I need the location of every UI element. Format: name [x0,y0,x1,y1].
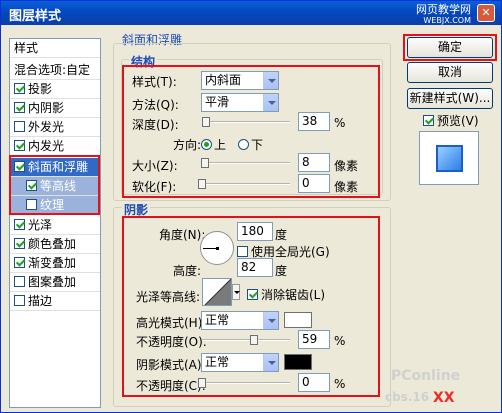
style-list-item[interactable]: 内阴影 [10,99,100,118]
checkbox-checked-icon [423,115,434,126]
style-list-item-label: 图案叠加 [28,275,77,289]
style-list-item-label: 描边 [28,294,53,308]
footer-tag: XX [433,390,455,406]
style-preview [419,131,479,185]
preview-swatch [436,145,463,172]
style-list-item-label: 渐变叠加 [28,256,77,270]
checkbox-icon[interactable] [14,276,25,287]
style-list-item-label: 内阴影 [28,101,65,115]
style-list-item-label: 光泽 [28,218,53,232]
title-bar: 图层样式 网页教学网 WEBJX.COM ✕ [1,1,501,25]
new-style-button[interactable]: 新建样式(W)... [407,88,493,109]
checkbox-icon[interactable] [14,295,25,306]
checkbox-checked-icon[interactable] [14,102,25,113]
highlight-box-structure [122,65,380,198]
watermark: 网页教学网 WEBJX.COM [416,4,471,26]
style-list-item-label: 内发光 [28,139,65,153]
style-list-item[interactable]: 外发光 [10,118,100,137]
style-list-item-label: 外发光 [28,120,65,134]
style-list-item[interactable]: 描边 [10,292,100,311]
checkbox-icon[interactable] [14,121,25,132]
footer-site: cbs.16 [385,390,430,404]
checkbox-checked-icon[interactable] [14,140,25,151]
blend-options-item[interactable]: 混合选项:自定 [10,61,100,80]
style-list-item-label: 投影 [28,82,53,96]
checkbox-checked-icon[interactable] [14,83,25,94]
style-list-item-label: 颜色叠加 [28,237,77,251]
preview-label: 预览(V) [437,114,479,128]
style-list-item[interactable]: 光泽 [10,216,100,235]
highlight-box-bevel-list [9,155,100,215]
style-list-item[interactable]: 图案叠加 [10,273,100,292]
checkbox-checked-icon[interactable] [14,238,25,249]
style-list-item[interactable]: 投影 [10,80,100,99]
cancel-button[interactable]: 取消 [407,62,493,83]
style-list-item[interactable]: 内发光 [10,137,100,156]
checkbox-checked-icon[interactable] [14,219,25,230]
dialog-title: 图层样式 [9,9,62,24]
close-icon[interactable]: ✕ [477,4,495,22]
style-list-item[interactable]: 渐变叠加 [10,254,100,273]
highlight-box-ok [403,34,497,61]
watermark-text: 网页教学网 [416,3,471,16]
highlight-box-shading [122,216,380,397]
style-list: 样式 混合选项:自定 投影 内阴影 外发光 内发光 斜面和浮雕 等高线 纹理 光泽 颜色叠加 渐变… [9,38,101,408]
watermark-sub: WEBJX.COM [423,16,471,25]
footer-brand: PConline [391,368,461,384]
layer-style-dialog: 图层样式 网页教学网 WEBJX.COM ✕ 样式 混合选项:自定 投影内阴影外… [0,0,502,413]
preview-checkbox[interactable]: 预览(V) [423,112,479,129]
style-list-header[interactable]: 样式 [10,39,100,58]
style-list-item[interactable]: 颜色叠加 [10,235,100,254]
checkbox-checked-icon[interactable] [14,257,25,268]
